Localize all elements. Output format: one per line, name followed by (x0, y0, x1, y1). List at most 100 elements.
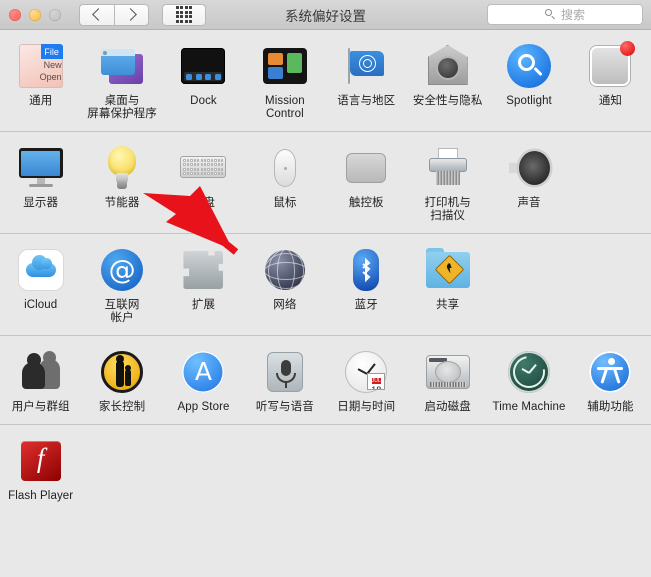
pane-accessibility[interactable]: 辅助功能 (570, 348, 651, 414)
desktop-screensaver-icon (98, 42, 146, 90)
pane-label: 显示器 (23, 197, 59, 209)
pane-mission-control[interactable]: Mission Control (244, 42, 325, 121)
general-icon: File New Open (17, 42, 65, 90)
pane-general[interactable]: File New Open 通用 (0, 42, 81, 108)
pane-startup-disk[interactable]: 启动磁盘 (407, 348, 488, 414)
pane-label: 启动磁盘 (424, 401, 471, 413)
app-store-icon (179, 348, 227, 396)
pane-label: App Store (177, 401, 230, 413)
close-button[interactable] (9, 8, 21, 21)
pane-mouse[interactable]: 鼠标 (244, 144, 325, 210)
pane-date-time[interactable]: JUL 18 日期与时间 (326, 348, 407, 414)
pane-label-line2: 屏幕保护程序 (87, 108, 157, 120)
pane-security-privacy[interactable]: 安全性与隐私 (407, 42, 488, 108)
pane-label: 语言与地区 (337, 95, 396, 107)
pane-internet-accounts[interactable]: @ 互联网 帐户 (81, 246, 162, 325)
trackpad-icon (342, 144, 390, 192)
pane-label: 共享 (436, 299, 460, 311)
network-icon (261, 246, 309, 294)
forward-button[interactable] (114, 3, 149, 26)
pane-label: 节能器 (104, 197, 140, 209)
pane-label: 通用 (29, 95, 53, 107)
preference-panes-grid: File New Open 通用 桌面与 屏幕保护程序 Dock Mission… (0, 30, 651, 577)
pane-label: Mission (265, 95, 305, 107)
displays-icon (17, 144, 65, 192)
pane-sound[interactable]: 声音 (488, 144, 569, 210)
show-all-button[interactable] (162, 3, 206, 26)
time-machine-icon (505, 348, 553, 396)
pane-keyboard[interactable]: 键盘 (163, 144, 244, 210)
flash-player-icon (17, 437, 65, 485)
pane-row-1: File New Open 通用 桌面与 屏幕保护程序 Dock Mission… (0, 30, 651, 132)
pane-time-machine[interactable]: Time Machine (488, 348, 569, 414)
pane-desktop-screensaver[interactable]: 桌面与 屏幕保护程序 (81, 42, 162, 121)
traffic-lights (0, 8, 61, 21)
pane-printers-scanners[interactable]: 打印机与 扫描仪 (407, 144, 488, 223)
chevron-left-icon (91, 8, 105, 21)
pane-label: 听写与语音 (255, 401, 314, 413)
pane-dictation-speech[interactable]: 听写与语音 (244, 348, 325, 414)
pane-bluetooth[interactable]: 蓝牙 (326, 246, 407, 312)
search-icon (544, 9, 556, 20)
pane-parental-controls[interactable]: 家长控制 (81, 348, 162, 414)
pane-flash-player[interactable]: Flash Player (0, 437, 81, 503)
parental-controls-icon (98, 348, 146, 396)
keyboard-icon (179, 144, 227, 192)
notifications-icon (586, 41, 636, 90)
pane-label: 辅助功能 (587, 401, 634, 413)
pane-label: 触控板 (348, 197, 384, 209)
search-placeholder: 搜索 (560, 8, 585, 22)
grid-icon (175, 6, 193, 23)
pane-users-groups[interactable]: 用户与群组 (0, 348, 81, 414)
pane-label: Flash Player (8, 490, 74, 502)
security-privacy-icon (424, 42, 472, 90)
pane-label: Spotlight (506, 95, 552, 107)
pane-extensions[interactable]: 扩展 (163, 246, 244, 312)
internet-accounts-icon: @ (98, 246, 146, 294)
minimize-button[interactable] (29, 8, 41, 21)
pane-label-line2: 帐户 (110, 312, 134, 324)
pane-energy-saver[interactable]: 节能器 (81, 144, 162, 210)
pane-label: 安全性与隐私 (412, 95, 483, 107)
system-preferences-window: 系统偏好设置 搜索 File New Open 通用 桌面与 屏幕保护程序 Do… (0, 0, 651, 577)
pane-label: iCloud (24, 299, 58, 311)
pane-label: 日期与时间 (337, 401, 396, 413)
search-field[interactable]: 搜索 (487, 4, 643, 25)
pane-dock[interactable]: Dock (163, 42, 244, 108)
chevron-right-icon (124, 8, 137, 21)
window-titlebar: 系统偏好设置 搜索 (0, 0, 651, 30)
calendar-day: 18 (371, 385, 382, 390)
pane-label: 家长控制 (98, 401, 146, 413)
printers-scanners-icon (424, 144, 472, 192)
pane-spotlight[interactable]: Spotlight (488, 42, 569, 108)
pane-row-5: Flash Player (0, 425, 651, 513)
dock-icon (179, 42, 227, 90)
sharing-icon (424, 246, 472, 294)
pane-label: Time Machine (492, 401, 566, 413)
pane-label: 扩展 (191, 299, 216, 311)
back-button[interactable] (79, 3, 114, 26)
spotlight-icon (505, 42, 553, 90)
pane-label: 用户与群组 (11, 401, 70, 413)
pane-label: 互联网 (104, 299, 140, 311)
pane-label: Dock (190, 95, 217, 107)
pane-app-store[interactable]: App Store (163, 348, 244, 414)
pane-sharing[interactable]: 共享 (407, 246, 488, 312)
pane-displays[interactable]: 显示器 (0, 144, 81, 210)
icloud-icon (17, 246, 65, 294)
pane-label: 网络 (273, 299, 297, 311)
extensions-icon (179, 246, 227, 294)
pane-trackpad[interactable]: 触控板 (326, 144, 407, 210)
navigation-buttons (79, 3, 149, 26)
pane-notifications[interactable]: 通知 (570, 41, 651, 108)
bluetooth-icon (342, 246, 390, 294)
users-groups-icon (17, 348, 65, 396)
pane-icloud[interactable]: iCloud (0, 246, 81, 312)
pane-language-region[interactable]: 语言与地区 (326, 42, 407, 108)
pane-label-line2: 扫描仪 (430, 210, 466, 222)
accessibility-icon (586, 348, 634, 396)
pane-network[interactable]: 网络 (244, 246, 325, 312)
pane-label: 声音 (517, 197, 541, 209)
calendar-month: JUL (371, 378, 381, 384)
sound-icon (505, 144, 553, 192)
